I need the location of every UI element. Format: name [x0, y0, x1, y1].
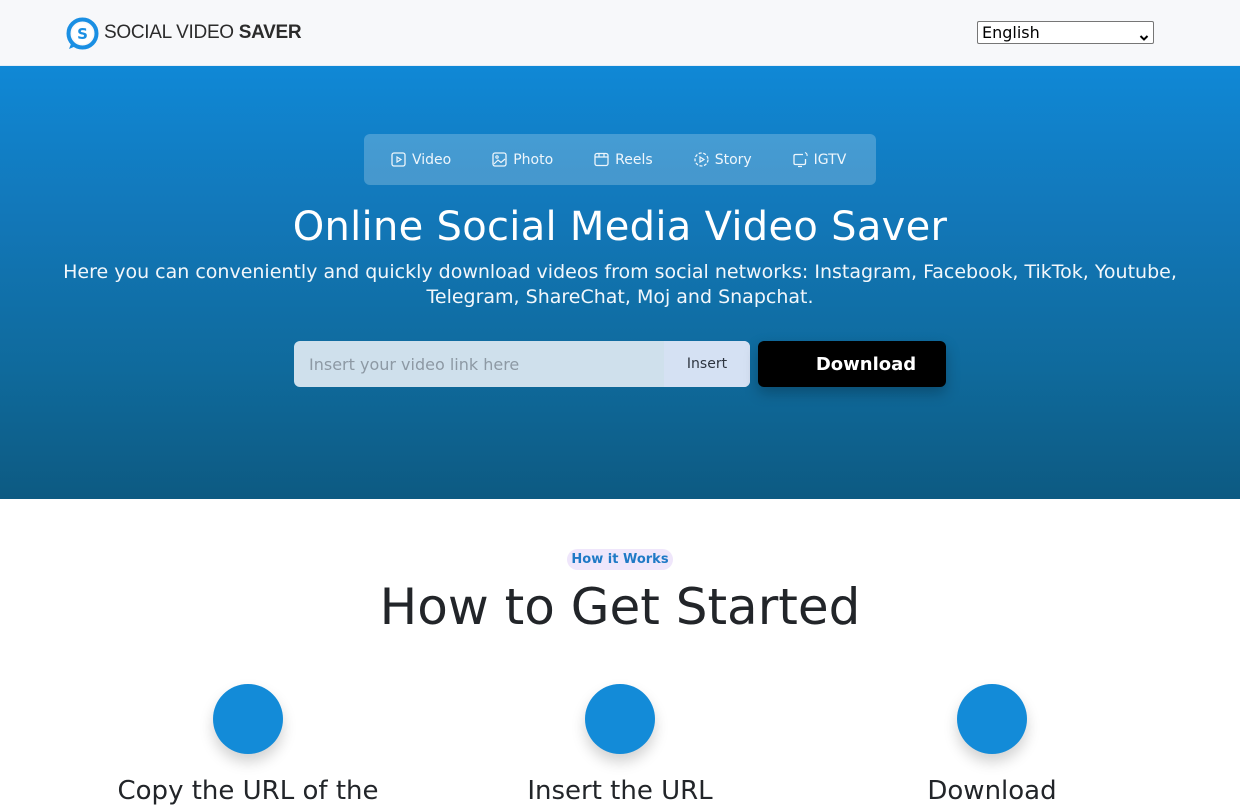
video-link-input[interactable] — [294, 341, 664, 387]
step-icon-circle — [213, 684, 283, 754]
reels-icon — [594, 152, 609, 167]
hero-subtitle: Here you can conveniently and quickly do… — [20, 260, 1220, 310]
hero-section: Video Photo Reels Story IGTV Online Soci… — [0, 66, 1240, 499]
chevron-down-icon — [1139, 28, 1149, 41]
insert-button[interactable]: Insert — [664, 341, 750, 387]
step-card: Download — [832, 684, 1152, 806]
step-card: Insert the URL — [460, 684, 780, 806]
step-title: Insert the URL — [527, 776, 713, 806]
tab-video-label: Video — [412, 151, 452, 168]
top-bar: S SOCIAL VIDEO SAVER English — [0, 0, 1240, 66]
tab-photo-label: Photo — [513, 151, 554, 168]
tab-reels-label: Reels — [615, 151, 653, 168]
igtv-icon — [793, 151, 808, 168]
step-title: Download — [927, 776, 1057, 806]
story-icon — [694, 152, 709, 167]
language-select[interactable]: English — [977, 21, 1154, 44]
section-title: How to Get Started — [379, 578, 861, 636]
logo[interactable]: S SOCIAL VIDEO SAVER — [66, 16, 302, 50]
tab-photo[interactable]: Photo — [491, 151, 553, 168]
tab-igtv-label: IGTV — [813, 151, 847, 168]
url-input-group: Insert — [294, 341, 750, 387]
media-type-tabs: Video Photo Reels Story IGTV — [364, 134, 876, 185]
logo-text: SOCIAL VIDEO SAVER — [104, 22, 302, 44]
tab-story-label: Story — [714, 151, 752, 168]
language-select-value: English — [982, 23, 1040, 42]
how-it-works-badge: How it Works — [567, 549, 673, 570]
tab-video[interactable]: Video — [390, 151, 451, 168]
hero-subtitle-line-1: Here you can conveniently and quickly do… — [63, 261, 1177, 283]
step-title: Copy the URL of the — [117, 776, 379, 806]
tab-igtv[interactable]: IGTV — [792, 151, 847, 168]
step-card: Copy the URL of the — [88, 684, 408, 806]
video-play-icon — [391, 152, 406, 167]
photo-icon — [492, 152, 507, 167]
logo-text-light: SOCIAL VIDEO — [104, 22, 239, 43]
tab-reels[interactable]: Reels — [593, 151, 653, 168]
download-button[interactable]: Download — [758, 341, 946, 387]
hero-subtitle-line-2: Telegram, ShareChat, Moj and Snapchat. — [426, 286, 814, 308]
step-icon-circle — [585, 684, 655, 754]
logo-text-bold: SAVER — [238, 22, 302, 43]
tab-story[interactable]: Story — [693, 151, 752, 168]
svg-text:S: S — [77, 25, 88, 43]
hero-title: Online Social Media Video Saver — [292, 204, 948, 250]
step-icon-circle — [957, 684, 1027, 754]
speech-bubble-s-icon: S — [66, 17, 99, 50]
